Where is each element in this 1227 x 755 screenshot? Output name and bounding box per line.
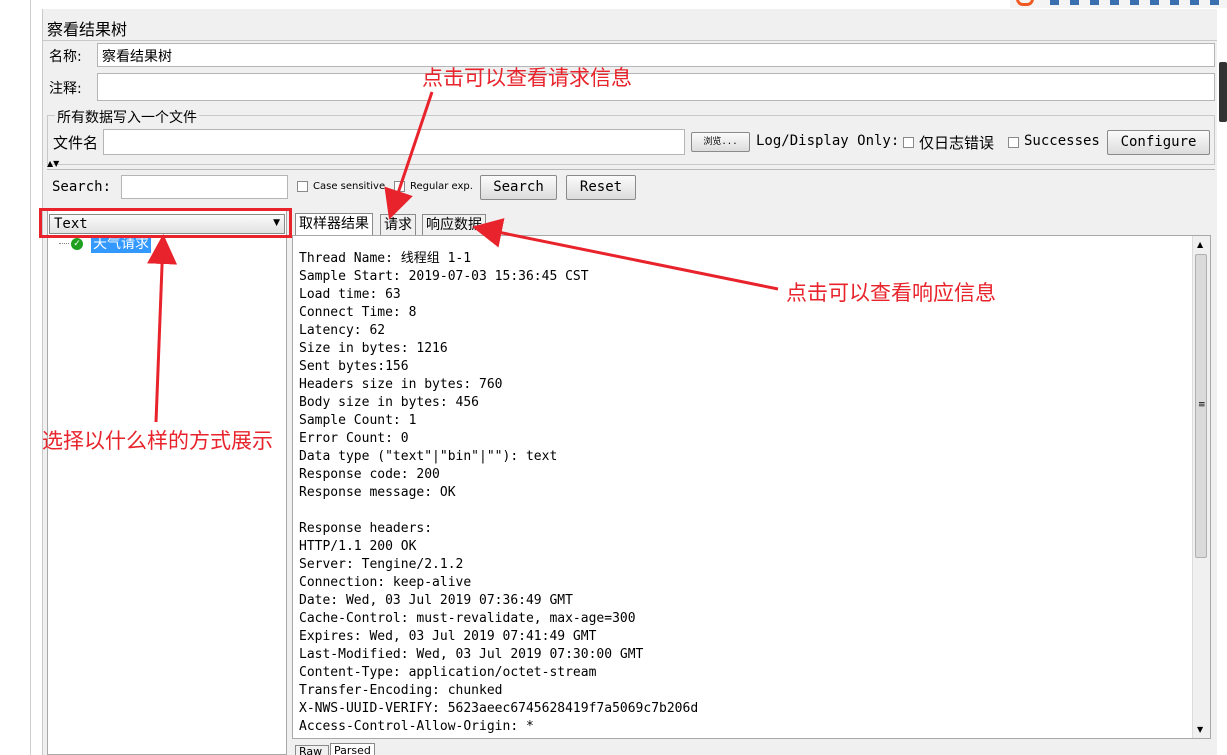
- request-arrow: [384, 91, 434, 220]
- response-hint-annotation: 点击可以查看响应信息: [786, 281, 996, 305]
- annotation-arrows: [147, 91, 779, 423]
- display-arrow: [147, 234, 178, 423]
- display-hint-annotation: 选择以什么样的方式展示: [42, 429, 273, 453]
- request-hint-annotation: 点击可以查看请求信息: [422, 66, 632, 90]
- response-arrow: [472, 218, 779, 291]
